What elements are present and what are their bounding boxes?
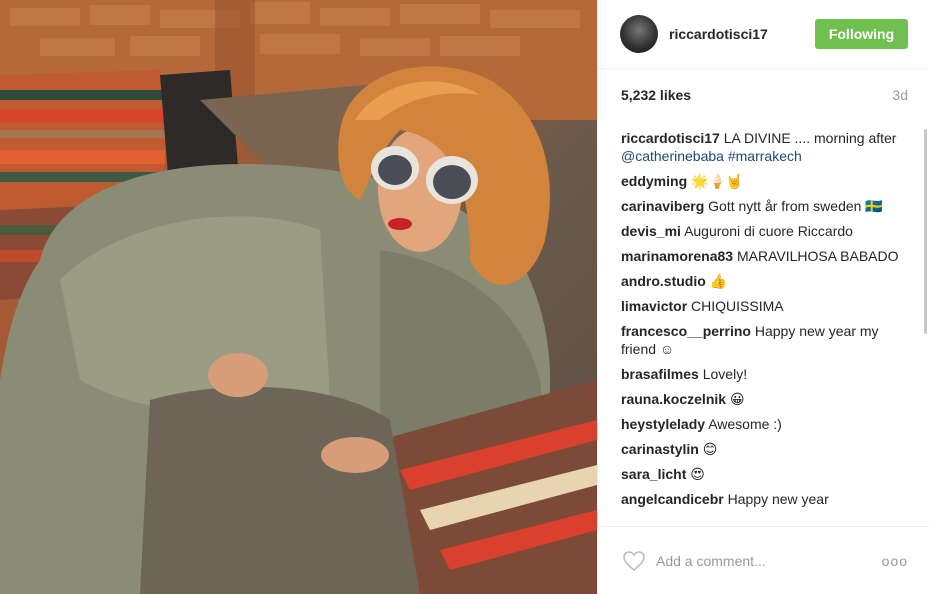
comment-username[interactable]: devis_mi [621, 223, 681, 239]
comments-scrollbar[interactable] [924, 129, 927, 334]
comment-text: Gott nytt år from sweden 🇸🇪 [708, 198, 883, 214]
comment-item: eddyming 🌟🍦🤘 [621, 172, 908, 190]
comment-text: 😊 [702, 441, 718, 457]
comments-list[interactable]: riccardotisci17 LA DIVINE .... morning a… [598, 121, 929, 526]
comment-username[interactable]: andro.studio [621, 273, 706, 289]
comment-username[interactable]: rauna.koczelnik [621, 391, 726, 407]
post-stats: 5,232 likes 3d [598, 69, 929, 121]
post-username[interactable]: riccardotisci17 [669, 26, 815, 42]
heart-icon[interactable] [622, 550, 646, 572]
comment-item: carinastylin 😊 [621, 440, 908, 458]
comment-bar: ooo [598, 526, 929, 594]
user-avatar[interactable] [620, 15, 658, 53]
mention-link[interactable]: @catherinebaba [621, 148, 724, 164]
comment-text: Awesome :) [708, 416, 782, 432]
comment-item: carinaviberg Gott nytt år from sweden 🇸🇪 [621, 197, 908, 215]
comment-text: LA DIVINE .... morning after [723, 130, 897, 146]
comment-username[interactable]: carinastylin [621, 441, 699, 457]
comment-username[interactable]: heystylelady [621, 416, 705, 432]
more-options-icon[interactable]: ooo [882, 553, 908, 569]
hashtag-link[interactable]: #marrakech [728, 148, 802, 164]
comment-item: brasafilmes Lovely! [621, 365, 908, 383]
photo-illustration [0, 0, 597, 594]
comment-item: rauna.koczelnik 😀 [621, 390, 908, 408]
comment-item: heystylelady Awesome :) [621, 415, 908, 433]
comment-username[interactable]: carinaviberg [621, 198, 704, 214]
post-modal: riccardotisci17 Following 5,232 likes 3d… [0, 0, 929, 594]
comment-text: 😀 [729, 391, 745, 407]
comment-item: devis_mi Auguroni di cuore Riccardo [621, 222, 908, 240]
comment-username[interactable]: angelcandicebr [621, 491, 724, 507]
following-button[interactable]: Following [815, 19, 908, 49]
comment-item: sara_licht 😍 [621, 465, 908, 483]
post-header: riccardotisci17 Following [598, 0, 929, 69]
post-side-panel: riccardotisci17 Following 5,232 likes 3d… [597, 0, 929, 594]
comment-username[interactable]: limavictor [621, 298, 687, 314]
comment-text: Lovely! [702, 366, 748, 382]
comment-item: limavictor CHIQUISSIMA [621, 297, 908, 315]
comment-item: francesco__perrino Happy new year my fri… [621, 322, 908, 358]
add-comment-input[interactable] [656, 552, 882, 569]
comment-username[interactable]: brasafilmes [621, 366, 699, 382]
comment-text: Auguroni di cuore Riccardo [684, 223, 853, 239]
comment-text: MARAVILHOSA BABADO [736, 248, 899, 264]
post-timestamp[interactable]: 3d [892, 87, 908, 103]
comment-text: CHIQUISSIMA [691, 298, 784, 314]
comment-text: Happy new year [727, 491, 829, 507]
comment-text: 😍 [690, 466, 705, 482]
comment-item: riccardotisci17 LA DIVINE .... morning a… [621, 129, 908, 165]
likes-count[interactable]: 5,232 likes [621, 87, 691, 103]
comment-username[interactable]: marinamorena83 [621, 248, 733, 264]
comment-item: andro.studio 👍 [621, 272, 908, 290]
comment-text: 🌟🍦🤘 [691, 173, 744, 189]
comment-text: 👍 [709, 273, 728, 289]
comment-username[interactable]: sara_licht [621, 466, 686, 482]
comment-username[interactable]: eddyming [621, 173, 687, 189]
post-photo[interactable] [0, 0, 597, 594]
comment-username[interactable]: francesco__perrino [621, 323, 751, 339]
comment-item: angelcandicebr Happy new year [621, 490, 908, 508]
comment-item: marinamorena83 MARAVILHOSA BABADO [621, 247, 908, 265]
comment-username[interactable]: riccardotisci17 [621, 130, 720, 146]
